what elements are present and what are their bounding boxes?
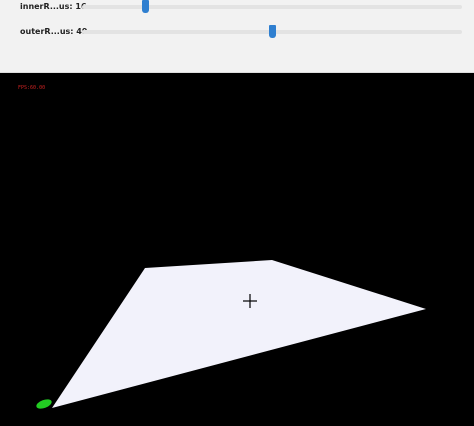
outer-radius-label: outerR...us: 49 <box>20 25 87 39</box>
outer-radius-slider-thumb[interactable] <box>269 25 276 38</box>
inner-radius-control: innerR...us: 16 <box>20 0 462 14</box>
inner-radius-label-text: innerR...us: <box>20 2 73 11</box>
inner-radius-label: innerR...us: 16 <box>20 0 87 14</box>
scene-canvas[interactable] <box>0 73 474 426</box>
ground-plane <box>52 260 426 408</box>
webgl-viewport[interactable]: FPS:60.00 <box>0 73 474 426</box>
inner-radius-slider-thumb[interactable] <box>142 0 150 13</box>
inner-radius-slider[interactable] <box>82 0 462 13</box>
outer-radius-control: outerR...us: 49 <box>20 25 462 39</box>
green-marker <box>36 399 52 409</box>
controls-panel: innerR...us: 16 outerR...us: 49 <box>0 0 474 73</box>
outer-radius-slider[interactable] <box>82 25 462 38</box>
outer-radius-label-text: outerR...us: <box>20 27 74 36</box>
